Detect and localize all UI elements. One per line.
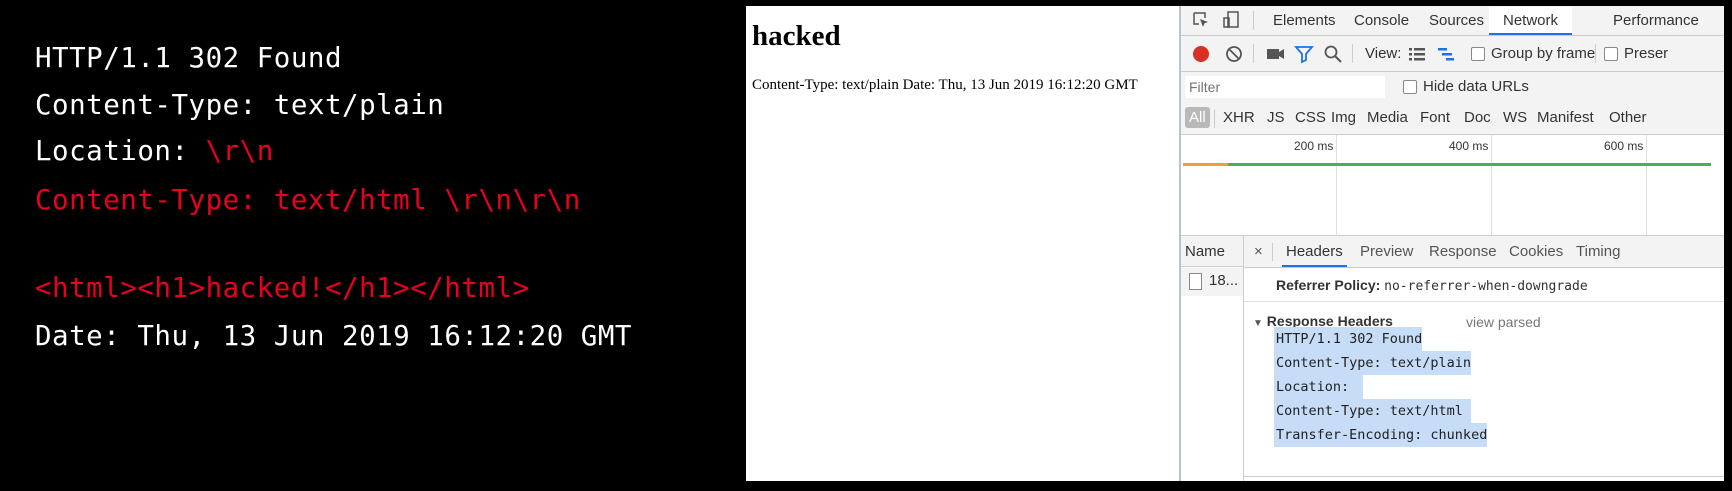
request-name: 18... (1209, 272, 1239, 289)
filter-bar: Hide data URLs (1181, 72, 1724, 103)
type-filter-manifest[interactable]: Manifest (1537, 109, 1594, 126)
waterfall-overview-icon[interactable] (1436, 44, 1456, 64)
filter-input[interactable] (1185, 76, 1385, 98)
raw-response-panel: HTTP/1.1 302 Found Content-Type: text/pl… (0, 0, 745, 491)
raw-header-line: Content-Type: text/html (1274, 399, 1471, 423)
inspect-element-icon[interactable] (1191, 10, 1211, 30)
type-filter-xhr[interactable]: XHR (1223, 109, 1255, 126)
preserve-log-checkbox[interactable] (1604, 47, 1618, 61)
tab-performance[interactable]: Performance (1613, 7, 1699, 35)
code-line-status: HTTP/1.1 302 Found (35, 42, 343, 74)
devtools-panel: Elements Console Sources Network Perform… (1179, 6, 1724, 481)
location-key: Location: (35, 135, 206, 167)
view-label: View: (1365, 45, 1402, 62)
network-toolbar: View: Group by frame Preser (1181, 36, 1724, 72)
code-line-location: Location: \r\n (35, 135, 274, 167)
type-filter-doc[interactable]: Doc (1464, 109, 1491, 126)
tab-headers[interactable]: Headers (1282, 236, 1347, 267)
detail-tab-bar: × Headers Preview Response Cookies Timin… (1244, 236, 1724, 268)
name-column-header[interactable]: Name (1185, 243, 1225, 260)
tick-600ms: 600 ms (1604, 139, 1644, 153)
referrer-policy-row: Referrer Policy: no-referrer-when-downgr… (1276, 277, 1588, 294)
tab-response[interactable]: Response (1429, 236, 1497, 267)
group-by-frame-label: Group by frame (1491, 45, 1596, 62)
type-filter-media[interactable]: Media (1367, 109, 1408, 126)
screenshot-camera-icon[interactable] (1265, 44, 1285, 64)
type-filter-other[interactable]: Other (1609, 109, 1647, 126)
document-icon (1189, 273, 1202, 290)
type-filter-js[interactable]: JS (1267, 109, 1285, 126)
code-line-injected-content-type: Content-Type: text/html \r\n\r\n (35, 184, 581, 216)
request-details-area: Name 18... × Headers Preview Response Co… (1181, 236, 1724, 481)
tab-console[interactable]: Console (1354, 7, 1409, 35)
code-line-date: Date: Thu, 13 Jun 2019 16:12:20 GMT (35, 320, 632, 352)
rendered-page: hacked Content-Type: text/plain Date: Th… (746, 6, 1179, 481)
search-icon[interactable] (1323, 44, 1343, 64)
raw-header-line: Content-Type: text/plain (1274, 351, 1472, 375)
close-detail-button[interactable]: × (1254, 236, 1263, 267)
tick-400ms: 400 ms (1449, 139, 1489, 153)
tick-200ms: 200 ms (1294, 139, 1334, 153)
raw-header-line: Location: (1274, 375, 1364, 399)
tab-cookies[interactable]: Cookies (1509, 236, 1563, 267)
raw-header-line: Transfer-Encoding: chunked (1274, 423, 1488, 447)
timeline-bar-waiting (1183, 163, 1228, 166)
resource-type-bar: All XHR JS CSS Img Media Font Doc WS Man… (1181, 103, 1724, 135)
record-icon[interactable] (1191, 44, 1211, 64)
raw-header-line: HTTP/1.1 302 Found (1274, 327, 1423, 351)
code-line-injected-html: <html><h1>hacked!</h1></html> (35, 272, 530, 304)
type-filter-font[interactable]: Font (1420, 109, 1450, 126)
type-filter-ws[interactable]: WS (1503, 109, 1527, 126)
hide-data-urls-label: Hide data URLs (1423, 78, 1529, 95)
timeline-bar-receiving (1228, 163, 1711, 166)
type-filter-img[interactable]: Img (1331, 109, 1356, 126)
filter-icon[interactable] (1294, 44, 1314, 64)
type-filter-css[interactable]: CSS (1295, 109, 1326, 126)
group-by-frame-checkbox[interactable] (1471, 47, 1485, 61)
preserve-log-label: Preser (1624, 45, 1669, 62)
device-toolbar-icon[interactable] (1221, 10, 1241, 30)
tab-elements[interactable]: Elements (1273, 7, 1336, 35)
timeline-overview[interactable]: 200 ms 400 ms 600 ms (1181, 135, 1724, 236)
expand-triangle-icon: ▼ (1253, 318, 1263, 329)
large-rows-icon[interactable] (1407, 44, 1427, 64)
page-heading: hacked (752, 20, 841, 52)
devtools-tab-bar: Elements Console Sources Network Perform… (1181, 6, 1724, 36)
location-crlf: \r\n (205, 135, 274, 167)
tab-timing[interactable]: Timing (1576, 236, 1620, 267)
clear-icon[interactable] (1224, 44, 1244, 64)
view-parsed-link[interactable]: view parsed (1466, 314, 1541, 330)
hide-data-urls-checkbox[interactable] (1403, 80, 1417, 94)
referrer-policy-label: Referrer Policy: (1276, 277, 1381, 293)
request-row[interactable]: 18... (1181, 268, 1243, 296)
request-name-column: Name 18... (1181, 236, 1244, 481)
browser-screenshot: hacked Content-Type: text/plain Date: Th… (746, 6, 1724, 481)
type-filter-all[interactable]: All (1185, 107, 1210, 128)
code-line-content-type: Content-Type: text/plain (35, 89, 445, 121)
tab-preview[interactable]: Preview (1360, 236, 1413, 267)
page-body-text: Content-Type: text/plain Date: Thu, 13 J… (752, 77, 1138, 93)
referrer-policy-value: no-referrer-when-downgrade (1384, 279, 1588, 294)
tab-sources[interactable]: Sources (1429, 7, 1484, 35)
tab-network[interactable]: Network (1489, 7, 1573, 35)
